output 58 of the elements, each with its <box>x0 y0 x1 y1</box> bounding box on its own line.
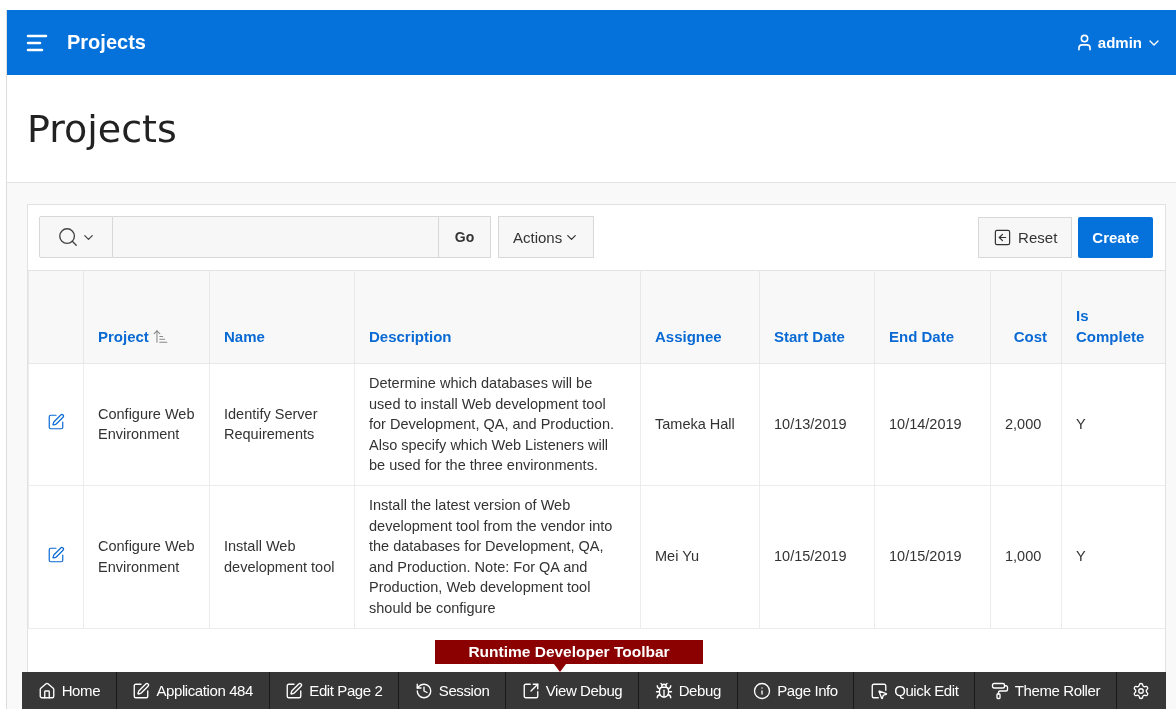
column-header[interactable]: Cost <box>990 270 1062 364</box>
table-cell-text: Install Web development tool <box>224 538 335 575</box>
toolbar-button[interactable]: Application 484 <box>116 672 270 709</box>
toolbar-button[interactable]: Debug <box>639 672 738 709</box>
external-link-icon <box>521 681 540 700</box>
table-cell-text: 10/14/2019 <box>889 416 962 433</box>
column-header[interactable]: Description <box>354 270 641 364</box>
table-cell-text: 10/13/2019 <box>774 416 847 433</box>
clock-icon <box>414 681 433 700</box>
pencil-square-icon <box>132 681 151 700</box>
actions-button[interactable]: Actions <box>498 216 595 258</box>
settings-icon <box>1132 681 1151 700</box>
column-header[interactable]: Project <box>83 270 210 364</box>
table-cell-text: Tameka Hall <box>655 416 735 433</box>
table-cell-text: Determine which databases will be used to install Web development tool for Development, QA, and Production. Also specify which Web Listeners will be used for the three environments. <box>369 375 615 474</box>
user-menu[interactable]: admin <box>1074 33 1162 52</box>
table-cell-text: Configure Web Environment <box>98 538 195 575</box>
bug-icon <box>654 681 673 700</box>
info-icon <box>753 681 772 700</box>
app-title: Projects <box>67 31 147 54</box>
column-header[interactable]: Start Date <box>759 270 875 364</box>
table-cell-text: Y <box>1076 416 1086 433</box>
toolbar-button[interactable]: Page Info <box>737 672 855 709</box>
table-cell-text: 1,000 <box>1005 548 1042 565</box>
pencil-square-icon <box>285 681 304 700</box>
home-icon <box>37 681 56 700</box>
table-cell-text: Identify Server Requirements <box>224 405 318 443</box>
search-icon <box>56 226 79 248</box>
search-field[interactable] <box>113 216 439 258</box>
toolbar-button[interactable]: Quick Edit <box>854 672 976 709</box>
search-menu-button[interactable] <box>39 216 113 258</box>
column-header[interactable]: Is Complete <box>1061 270 1165 364</box>
table-cell-text: Mei Yu <box>655 548 700 565</box>
column-header[interactable]: Assignee <box>640 270 760 364</box>
table-cell-text: Configure Web Environment <box>98 405 195 443</box>
column-header[interactable]: Name <box>209 270 355 364</box>
reset-icon <box>993 227 1013 247</box>
table-cell-text: 2,000 <box>1005 416 1042 433</box>
column-header[interactable]: End Date <box>874 270 991 364</box>
toolbar-button[interactable]: Edit Page 2 <box>269 672 400 709</box>
go-button[interactable]: Go <box>439 216 491 258</box>
table-cell-text: 10/15/2019 <box>889 548 962 565</box>
callout-arrow <box>553 664 567 672</box>
edit-link[interactable] <box>47 545 65 564</box>
table-cell-text: Install the latest version of Web development tool from the vendor into the databases for Development, QA, and Production. Note: For QA and Production, Web development tool should be configure <box>369 496 613 616</box>
reset-button[interactable]: Reset <box>978 216 1073 258</box>
edit-link[interactable] <box>47 413 65 432</box>
toolbar-button[interactable]: View Debug <box>506 672 639 709</box>
sort-ascending-icon <box>151 328 169 345</box>
table-cell-text: 10/15/2019 <box>774 548 847 565</box>
paint-roller-icon <box>990 681 1009 700</box>
cursor-square-icon <box>870 681 889 700</box>
toolbar-button[interactable]: Session <box>399 672 507 709</box>
page-title: Projects <box>27 106 177 151</box>
table-cell-text: Y <box>1076 548 1086 565</box>
toolbar-button[interactable]: Theme Roller <box>975 672 1117 709</box>
create-button[interactable]: Create <box>1078 216 1153 258</box>
toolbar-button[interactable]: Home <box>22 672 117 709</box>
